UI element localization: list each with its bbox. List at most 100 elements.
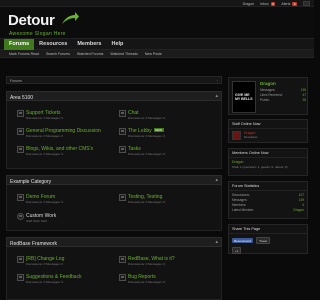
- collapse-icon[interactable]: ▴: [215, 93, 218, 99]
- forum-stats: Discussions: 0 Messages: 0: [128, 262, 166, 266]
- alerts-count-badge: 6: [292, 1, 297, 6]
- site-header: Detour Awesome Slogan Here: [0, 7, 314, 38]
- category-title: RedBase Framework: [10, 240, 57, 247]
- forum-node[interactable]: Custom Work Staff Work Stuff: [17, 212, 121, 225]
- visitor-username[interactable]: Dragon: [260, 81, 276, 86]
- top-bar-user-links: Dragon Inbox 8 Alerts 6: [243, 1, 310, 6]
- members-online-panel: Members Online Now Dragon Total: 1 (memb…: [228, 148, 308, 176]
- collapse-icon[interactable]: ▴: [215, 177, 218, 183]
- user-menu[interactable]: Dragon: [243, 2, 254, 6]
- forum-title[interactable]: Testing, Testing: [128, 194, 162, 200]
- forum-stats: Discussions: 0 Messages: 0: [128, 116, 166, 120]
- online-member-link[interactable]: Dragon: [232, 160, 304, 164]
- tab-help[interactable]: Help: [106, 39, 128, 50]
- forum-node[interactable]: Testing, Testing Discussions: 0 Messages…: [119, 193, 223, 206]
- visitor-panel: GIVE ME MY BELLS Dragon Messages: 135 Lik…: [228, 77, 308, 115]
- category-title: Area 5100: [10, 94, 34, 101]
- google-plus-button[interactable]: +1: [232, 247, 242, 254]
- avatar-caption: GIVE ME MY BELLS: [235, 93, 253, 101]
- forum-stats: Discussions: 0 Messages: 0: [128, 200, 166, 204]
- forum-title[interactable]: Suggestions & Feedback: [26, 274, 82, 280]
- forum-stats: Staff Work Stuff: [26, 219, 47, 223]
- avatar[interactable]: [232, 131, 241, 140]
- site-slogan: Awesome Slogan Here: [9, 31, 66, 37]
- forum-title[interactable]: RedBase, What is it?: [128, 256, 175, 262]
- forum-node[interactable]: Suggestions & Feedback Discussions: 0 Me…: [17, 273, 121, 286]
- inbox-count-badge: 8: [270, 1, 276, 6]
- alerts-link[interactable]: Alerts 6: [281, 1, 297, 6]
- sub-nav: Mark Forums Read Search Forums Watched F…: [0, 50, 314, 58]
- category-body: [RB] Change Log Discussions: 0 Messages:…: [6, 247, 222, 300]
- forum-title[interactable]: [RB] Change Log: [26, 256, 64, 262]
- forum-icon: [17, 274, 24, 281]
- forum-statistics-title: Forum Statistics: [229, 182, 307, 191]
- category-header-example[interactable]: Example Category ▴: [6, 175, 222, 185]
- top-bar: Dragon Inbox 8 Alerts 6: [0, 0, 314, 7]
- forum-icon: [119, 194, 126, 201]
- forum-stats: Discussions: 0 Messages: 0: [26, 200, 64, 204]
- online-summary: Total: 1 (members: 1, guests: 0, robots:…: [232, 165, 288, 169]
- new-badge: NEW: [153, 128, 164, 133]
- subnav-new-posts[interactable]: New Posts: [145, 52, 162, 56]
- forum-stats: Discussions: 0 Messages: 0: [26, 280, 64, 284]
- tab-members[interactable]: Members: [72, 39, 106, 50]
- forum-node[interactable]: [RB] Change Log Discussions: 0 Messages:…: [17, 255, 121, 268]
- site-logo[interactable]: Detour: [8, 13, 55, 28]
- forum-title[interactable]: Support Tickets: [26, 110, 60, 116]
- facebook-recommend-button[interactable]: Recommend: [232, 238, 254, 243]
- forum-icon: [17, 256, 24, 263]
- forum-title[interactable]: General Programming Discussion: [26, 128, 101, 134]
- forum-icon: [17, 128, 24, 135]
- latest-member-link[interactable]: Dragon: [294, 208, 304, 212]
- forum-node[interactable]: General Programming Discussion Discussio…: [17, 127, 121, 140]
- tab-forums[interactable]: Forums: [4, 39, 35, 50]
- stat-row: Points: 26: [260, 97, 306, 102]
- forum-stats: Discussions: 0 Messages: 0: [26, 152, 64, 156]
- category-header-redbase[interactable]: RedBase Framework ▴: [6, 237, 222, 247]
- breadcrumb-forums[interactable]: Forums: [10, 79, 22, 83]
- visitor-stats: Messages: 135 Likes Received: 47 Points: 26: [260, 87, 306, 102]
- forum-node[interactable]: Blogs, Wikis, and other CMS's Discussion…: [17, 145, 121, 158]
- share-page-title: Share This Page: [229, 225, 307, 234]
- forum-stats: Discussions: 0 Messages: 0: [128, 134, 166, 138]
- category-body: Support Tickets Discussions: 0 Messages:…: [6, 101, 222, 169]
- forum-title[interactable]: Demo Forum: [26, 194, 55, 200]
- forum-node[interactable]: Demo Forum Discussions: 0 Messages: 0: [17, 193, 121, 206]
- main-nav: Forums Resources Members Help: [0, 38, 314, 50]
- forum-statistics-panel: Forum Statistics Discussions: 107 Message…: [228, 181, 308, 219]
- avatar[interactable]: GIVE ME MY BELLS: [232, 81, 256, 113]
- subnav-mark-read[interactable]: Mark Forums Read: [9, 52, 39, 56]
- category-title: Example Category: [10, 178, 52, 185]
- forum-node[interactable]: Support Tickets Discussions: 0 Messages:…: [17, 109, 121, 122]
- subnav-watched-forums[interactable]: Watched Forums: [77, 52, 104, 56]
- forum-node[interactable]: RedBase, What is it? Discussions: 0 Mess…: [119, 255, 223, 268]
- staff-role: Developer: [244, 135, 258, 139]
- collapse-icon[interactable]: ▴: [215, 239, 218, 245]
- forum-title[interactable]: The Lobby NEW: [128, 128, 164, 134]
- forum-title[interactable]: Tasks: [128, 146, 141, 152]
- forum-icon: [119, 274, 126, 281]
- breadcrumb-arrow: ›: [216, 78, 218, 83]
- forum-icon: [17, 146, 24, 153]
- forum-node[interactable]: The Lobby NEW Discussions: 0 Messages: 0: [119, 127, 223, 140]
- forum-stats: Discussions: 0 Messages: 0: [128, 152, 166, 156]
- forum-title[interactable]: Bug Reports: [128, 274, 156, 280]
- breadcrumb: Forums ›: [6, 76, 222, 84]
- subnav-search-forums[interactable]: Search Forums: [46, 52, 70, 56]
- inbox-link[interactable]: Inbox 8: [260, 1, 276, 6]
- tweet-button[interactable]: Tweet: [256, 237, 271, 244]
- forum-title[interactable]: Custom Work: [26, 213, 56, 219]
- members-online-title: Members Online Now: [229, 149, 307, 158]
- stat-row: Latest Member: Dragon: [232, 208, 304, 213]
- forum-title[interactable]: Blogs, Wikis, and other CMS's: [26, 146, 93, 152]
- forum-title[interactable]: Chat: [128, 110, 139, 116]
- search-icon[interactable]: [303, 1, 310, 6]
- forum-node[interactable]: Chat Discussions: 0 Messages: 0: [119, 109, 223, 122]
- link-forum-icon: [17, 213, 24, 220]
- subnav-watched-threads[interactable]: Watched Threads: [110, 52, 137, 56]
- forum-stats: Discussions: 0 Messages: 0: [26, 134, 64, 138]
- forum-node[interactable]: Tasks Discussions: 0 Messages: 0: [119, 145, 223, 158]
- category-header-area-5100[interactable]: Area 5100 ▴: [6, 91, 222, 101]
- tab-resources[interactable]: Resources: [34, 39, 72, 50]
- forum-node[interactable]: Bug Reports Discussions: 0 Messages: 0: [119, 273, 223, 286]
